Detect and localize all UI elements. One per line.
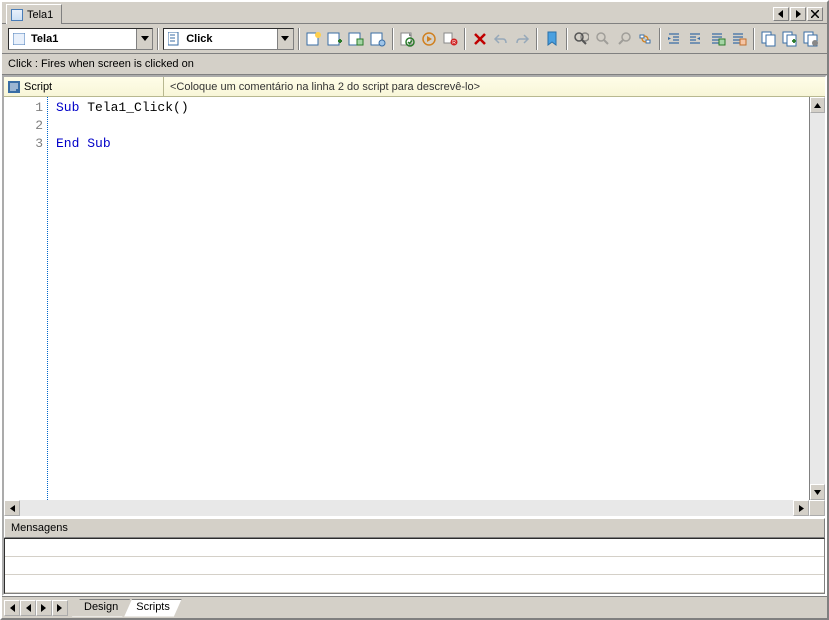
- copy-page-green-button[interactable]: [780, 29, 799, 49]
- bookmark-button[interactable]: [542, 29, 561, 49]
- tab-close-button[interactable]: [807, 7, 823, 21]
- screen-icon: [11, 9, 23, 21]
- script-comment-placeholder[interactable]: <Coloque um comentário na linha 2 do scr…: [164, 81, 825, 93]
- chevron-down-icon: [136, 29, 152, 49]
- script-header-label-cell: Script: [4, 77, 164, 96]
- outdent-button[interactable]: [687, 29, 706, 49]
- scroll-left-button[interactable]: [4, 500, 20, 516]
- bottom-tab-strip: Design Scripts: [2, 596, 827, 618]
- document-icon: [167, 32, 181, 46]
- content-area: Script <Coloque um comentário na linha 2…: [2, 75, 827, 596]
- event-hint-text: Click : Fires when screen is clicked on: [8, 58, 194, 70]
- horizontal-scrollbar[interactable]: [4, 500, 825, 516]
- script-header-label: Script: [24, 81, 52, 93]
- event-combo-value: Click: [184, 33, 277, 45]
- tab-nav-buttons: [773, 5, 827, 23]
- tab-prev-button[interactable]: [20, 600, 36, 616]
- script-toolbar: Tela1 Click R: [2, 24, 827, 54]
- line-number-gutter: 123: [4, 97, 48, 500]
- indent-button[interactable]: [665, 29, 684, 49]
- toolbar-separator: [753, 28, 755, 50]
- undo-button[interactable]: [491, 29, 510, 49]
- uncomment-button[interactable]: [729, 29, 748, 49]
- redo-button[interactable]: [513, 29, 532, 49]
- scroll-track[interactable]: [810, 113, 825, 484]
- toolbar-separator: [566, 28, 568, 50]
- tab-scripts[interactable]: Scripts: [124, 599, 182, 617]
- screen-icon: [12, 32, 26, 46]
- stop-record-button[interactable]: R: [440, 29, 459, 49]
- replace-button[interactable]: [636, 29, 655, 49]
- copy-page-gear-button[interactable]: [802, 29, 821, 49]
- find-next-button[interactable]: [593, 29, 612, 49]
- delete-button[interactable]: [470, 29, 489, 49]
- tab-last-button[interactable]: [52, 600, 68, 616]
- tab-design[interactable]: Design: [72, 599, 130, 617]
- scroll-down-button[interactable]: [810, 484, 825, 500]
- document-tab-label: Tela1: [27, 9, 53, 21]
- tab-next-button[interactable]: [36, 600, 52, 616]
- document-tab-strip: Tela1: [2, 2, 827, 24]
- svg-text:R: R: [452, 40, 456, 46]
- script-icon: [8, 81, 20, 93]
- new-proc-button[interactable]: [304, 29, 323, 49]
- event-combo[interactable]: Click: [163, 28, 294, 50]
- message-row: [5, 575, 824, 593]
- bottom-tab-nav: [4, 600, 68, 616]
- scroll-right-button[interactable]: [793, 500, 809, 516]
- event-hint-bar: Click : Fires when screen is clicked on: [2, 54, 827, 75]
- toolbar-separator: [157, 28, 159, 50]
- library-button[interactable]: [368, 29, 387, 49]
- messages-list[interactable]: [4, 538, 825, 594]
- copy-page-button[interactable]: [759, 29, 778, 49]
- messages-header: Mensagens: [4, 518, 825, 538]
- chevron-down-icon: [277, 29, 293, 49]
- toolbar-separator: [392, 28, 394, 50]
- document-tab-tela1[interactable]: Tela1: [6, 4, 62, 24]
- run-button[interactable]: [419, 29, 438, 49]
- toolbar-separator: [659, 28, 661, 50]
- messages-panel: Mensagens: [4, 516, 825, 594]
- object-combo[interactable]: Tela1: [8, 28, 153, 50]
- find-prev-button[interactable]: [614, 29, 633, 49]
- message-row: [5, 557, 824, 575]
- scroll-track[interactable]: [20, 500, 793, 516]
- code-text-area[interactable]: Sub Tela1_Click() End Sub: [48, 97, 809, 500]
- tab-next-button[interactable]: [790, 7, 806, 21]
- compile-button[interactable]: [398, 29, 417, 49]
- scroll-corner: [809, 500, 825, 516]
- find-button[interactable]: [572, 29, 591, 49]
- tab-first-button[interactable]: [4, 600, 20, 616]
- bottom-tabs-container: Design Scripts: [72, 599, 176, 617]
- scroll-up-button[interactable]: [810, 97, 825, 113]
- object-combo-value: Tela1: [29, 33, 136, 45]
- module-button[interactable]: [347, 29, 366, 49]
- toolbar-separator: [464, 28, 466, 50]
- message-row: [5, 539, 824, 557]
- vertical-scrollbar[interactable]: [809, 97, 825, 500]
- tab-prev-button[interactable]: [773, 7, 789, 21]
- toolbar-separator: [536, 28, 538, 50]
- editor-window: Tela1 Tela1 Click R: [0, 0, 829, 620]
- code-editor[interactable]: 123 Sub Tela1_Click() End Sub: [4, 97, 825, 500]
- comment-button[interactable]: [708, 29, 727, 49]
- add-sub-button[interactable]: [325, 29, 344, 49]
- toolbar-separator: [298, 28, 300, 50]
- script-description-bar: Script <Coloque um comentário na linha 2…: [4, 77, 825, 97]
